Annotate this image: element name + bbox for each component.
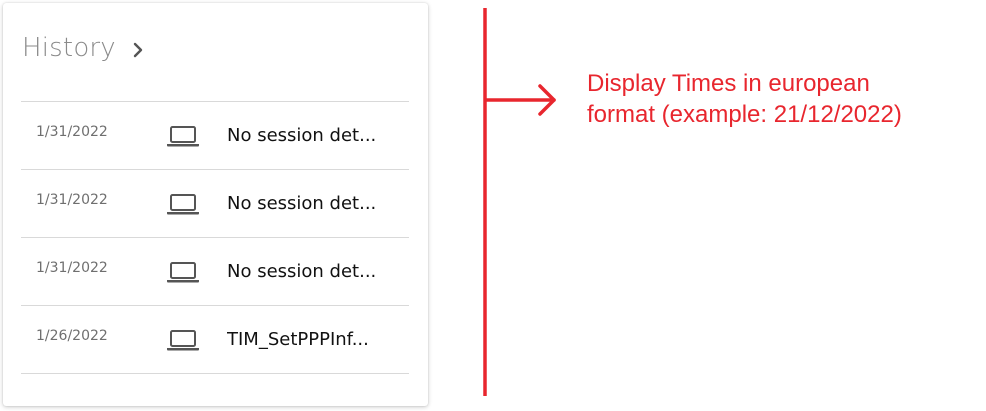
chevron-right-icon [133, 42, 143, 58]
history-row[interactable]: 1/26/2022 TIM_SetPPPInf... [21, 306, 409, 374]
history-row-title: No session det... [227, 125, 377, 146]
annotation-note-line: format (example: 21/12/2022) [587, 101, 902, 128]
history-row-date: 1/31/2022 [36, 124, 108, 140]
history-title: History [22, 33, 116, 63]
annotation-bracket-line [483, 8, 487, 396]
history-row-title: No session det... [227, 193, 377, 214]
history-row-date: 1/31/2022 [36, 192, 108, 208]
history-row-title: No session det... [227, 261, 377, 282]
screenshot-stage: History 1/31/2022 No session det... 1/31… [0, 0, 986, 411]
annotation-note: Display Times in european format (exampl… [587, 68, 977, 130]
annotation-note-line: Display Times in european [587, 70, 870, 97]
history-list: 1/31/2022 No session det... 1/31/2022 No… [21, 101, 409, 374]
laptop-icon [167, 194, 199, 215]
history-row-date: 1/26/2022 [36, 328, 108, 344]
history-row-date: 1/31/2022 [36, 260, 108, 276]
laptop-icon [167, 126, 199, 147]
laptop-icon [167, 262, 199, 283]
laptop-icon [167, 330, 199, 351]
history-row[interactable]: 1/31/2022 No session det... [21, 238, 409, 306]
history-row[interactable]: 1/31/2022 No session det... [21, 170, 409, 238]
history-row-title: TIM_SetPPPInf... [227, 329, 369, 350]
annotation-arrow-icon [484, 84, 556, 116]
history-card: History 1/31/2022 No session det... 1/31… [3, 3, 428, 406]
history-row[interactable]: 1/31/2022 No session det... [21, 102, 409, 170]
history-header-link[interactable]: History [22, 33, 146, 63]
